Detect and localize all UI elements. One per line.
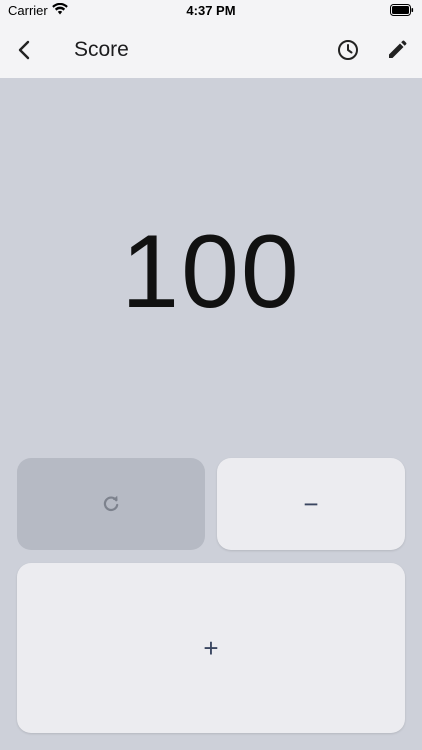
plus-label: + [203, 633, 219, 663]
history-button[interactable] [334, 36, 362, 64]
increment-button[interactable]: + [17, 563, 405, 733]
minus-label: − [303, 489, 319, 519]
score-screen: Carrier 4:37 PM Score 100 − + [0, 0, 422, 750]
reset-button[interactable] [17, 458, 205, 550]
navigation-bar: Score [0, 22, 422, 78]
edit-button[interactable] [383, 36, 411, 64]
page-title: Score [74, 38, 129, 61]
back-button[interactable] [10, 36, 38, 64]
pencil-icon [389, 40, 407, 58]
clock-icon [338, 40, 358, 60]
status-time: 4:37 PM [186, 3, 236, 18]
refresh-icon [103, 495, 119, 512]
status-bar: Carrier 4:37 PM [0, 0, 422, 22]
score-value: 100 [121, 214, 301, 330]
decrement-button[interactable]: − [217, 458, 405, 550]
chevron-left-icon [18, 40, 30, 60]
battery-icon [390, 4, 414, 16]
